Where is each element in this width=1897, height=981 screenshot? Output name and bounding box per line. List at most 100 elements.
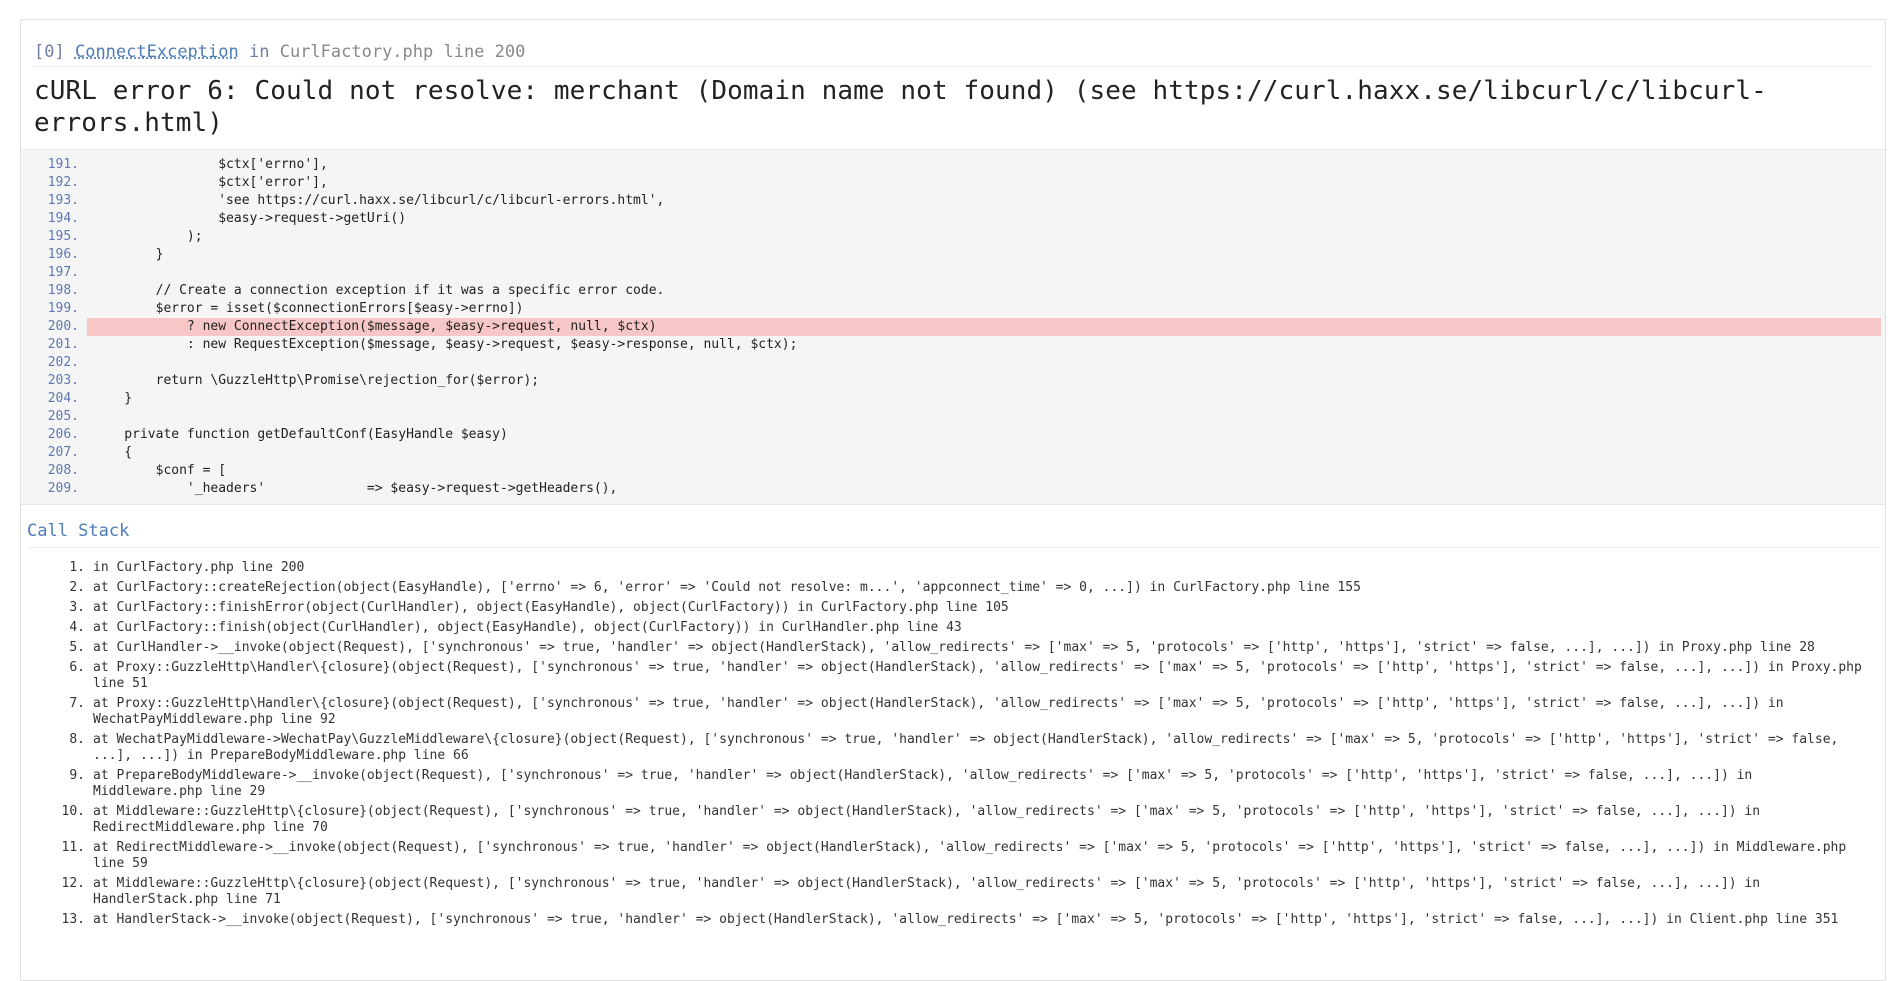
code-line: 206. private function getDefaultConf(Eas… xyxy=(21,426,1881,444)
code-line: 209. '_headers' => $easy->request->getHe… xyxy=(21,480,1881,498)
code-line: 201. : new RequestException($message, $e… xyxy=(21,336,1881,354)
code-line: 204. } xyxy=(21,390,1881,408)
exception-class-link[interactable]: ConnectException xyxy=(75,42,239,62)
call-stack-text: in CurlFactory.php line 200 xyxy=(93,560,305,575)
call-stack-number: 13. xyxy=(61,912,85,927)
code-line: 197. xyxy=(21,264,1881,282)
exception-in-label: in xyxy=(248,42,270,62)
call-stack-item: 11. at RedirectMiddleware->__invoke(objec… xyxy=(21,840,1885,872)
exception-file: CurlFactory.php line 200 xyxy=(279,42,526,62)
call-stack-title: Call Stack xyxy=(27,521,1879,548)
call-stack-item: 8. at WechatPayMiddleware->WechatPay\Guzz… xyxy=(21,732,1885,764)
line-number: 205. xyxy=(47,409,79,424)
line-number: 209. xyxy=(47,481,79,496)
call-stack-item: 10. at Middleware::GuzzleHttp\{closure}(o… xyxy=(21,804,1885,836)
code-line: 194. $easy->request->getUri() xyxy=(21,210,1881,228)
line-number: 201. xyxy=(47,337,79,352)
line-source: $ctx['errno'], xyxy=(93,157,328,172)
call-stack-number: 9. xyxy=(69,768,85,783)
call-stack-item: 12. at Middleware::GuzzleHttp\{closure}(o… xyxy=(21,876,1885,908)
code-line: 203. return \GuzzleHttp\Promise\rejectio… xyxy=(21,372,1881,390)
call-stack-number: 1. xyxy=(69,560,85,575)
line-number: 207. xyxy=(47,445,79,460)
line-source: $conf = [ xyxy=(93,463,227,478)
source-code-block: 191. $ctx['errno'], 192. $ctx['error'], 19… xyxy=(21,149,1885,505)
line-source xyxy=(87,264,1881,282)
line-source: } xyxy=(93,247,164,262)
call-stack-number: 12. xyxy=(61,876,85,891)
code-line: 192. $ctx['error'], xyxy=(21,174,1881,192)
line-source: : new RequestException($message, $easy->… xyxy=(93,337,798,352)
line-source: // Create a connection exception if it w… xyxy=(93,283,665,298)
call-stack-number: 2. xyxy=(69,580,85,595)
line-number: 197. xyxy=(47,265,79,280)
code-line: 198. // Create a connection exception if… xyxy=(21,282,1881,300)
line-number: 198. xyxy=(47,283,79,298)
call-stack-item: 3. at CurlFactory::finishError(object(Cur… xyxy=(21,600,1885,616)
line-number: 193. xyxy=(47,193,79,208)
call-stack-text: at Middleware::GuzzleHttp\{closure}(obje… xyxy=(93,804,1761,835)
code-line: 193. 'see https://curl.haxx.se/libcurl/c… xyxy=(21,192,1881,210)
line-source: 'see https://curl.haxx.se/libcurl/c/libc… xyxy=(93,193,665,208)
line-number: 194. xyxy=(47,211,79,226)
line-source: $ctx['error'], xyxy=(93,175,328,190)
call-stack-item: 9. at PrepareBodyMiddleware->__invoke(obj… xyxy=(21,768,1885,800)
line-number: 202. xyxy=(47,355,79,370)
code-line: 202. xyxy=(21,354,1881,372)
call-stack-item: 4. at CurlFactory::finish(object(CurlHand… xyxy=(21,620,1885,636)
call-stack-number: 10. xyxy=(61,804,85,819)
call-stack-text: at Proxy::GuzzleHttp\Handler\{closure}(o… xyxy=(93,660,1862,691)
call-stack-number: 6. xyxy=(69,660,85,675)
line-number: 192. xyxy=(47,175,79,190)
line-source: '_headers' => $easy->request->getHeaders… xyxy=(93,481,618,496)
call-stack-number: 7. xyxy=(69,696,85,711)
line-source: { xyxy=(93,445,133,460)
code-line: 199. $error = isset($connectionErrors[$e… xyxy=(21,300,1881,318)
call-stack-text: at PrepareBodyMiddleware->__invoke(objec… xyxy=(93,768,1753,799)
line-source xyxy=(87,408,1881,426)
line-source: } xyxy=(93,391,133,406)
line-number: 208. xyxy=(47,463,79,478)
call-stack-item: 2. at CurlFactory::createRejection(object… xyxy=(21,580,1885,596)
call-stack-text: at CurlFactory::createRejection(object(E… xyxy=(93,580,1361,595)
line-number: 206. xyxy=(47,427,79,442)
line-number: 196. xyxy=(47,247,79,262)
code-line-highlighted: 200. ? new ConnectException($message, $e… xyxy=(21,318,1881,336)
exception-message: cURL error 6: Could not resolve: merchan… xyxy=(34,76,1767,138)
call-stack-item: 1. in CurlFactory.php line 200 xyxy=(21,560,1885,576)
line-number: 204. xyxy=(47,391,79,406)
call-stack-item: 13. at HandlerStack->__invoke(object(Requ… xyxy=(21,912,1885,928)
exception-index: [0] xyxy=(34,42,65,62)
line-number: 191. xyxy=(47,157,79,172)
call-stack-number: 8. xyxy=(69,732,85,747)
call-stack-number: 5. xyxy=(69,640,85,655)
code-line: 196. } xyxy=(21,246,1881,264)
code-line: 195. ); xyxy=(21,228,1881,246)
code-line: 205. xyxy=(21,408,1881,426)
call-stack-item: 6. at Proxy::GuzzleHttp\Handler\{closure}… xyxy=(21,660,1885,692)
line-number: 195. xyxy=(47,229,79,244)
call-stack-text: at CurlFactory::finishError(object(CurlH… xyxy=(93,600,1009,615)
line-source: private function getDefaultConf(EasyHand… xyxy=(93,427,508,442)
line-number: 199. xyxy=(47,301,79,316)
call-stack-number: 3. xyxy=(69,600,85,615)
code-line: 207. { xyxy=(21,444,1881,462)
call-stack-text: at Middleware::GuzzleHttp\{closure}(obje… xyxy=(93,876,1761,907)
line-source: ); xyxy=(93,229,203,244)
call-stack-number: 4. xyxy=(69,620,85,635)
call-stack-text: at CurlFactory::finish(object(CurlHandle… xyxy=(93,620,962,635)
line-number: 203. xyxy=(47,373,79,388)
exception-header: [0] ConnectException in CurlFactory.php … xyxy=(21,20,1885,139)
line-source: ? new ConnectException($message, $easy->… xyxy=(87,318,1881,336)
call-stack-text: at HandlerStack->__invoke(object(Request… xyxy=(93,912,1839,927)
call-stack-text: at WechatPayMiddleware->WechatPay\Guzzle… xyxy=(93,732,1839,763)
exception-meta: [0] ConnectException in CurlFactory.php … xyxy=(34,42,1871,67)
call-stack-list: 1. in CurlFactory.php line 200 2. at CurlFa… xyxy=(21,560,1885,928)
call-stack-text: at RedirectMiddleware->__invoke(object(R… xyxy=(93,840,1847,871)
line-source: return \GuzzleHttp\Promise\rejection_for… xyxy=(93,373,540,388)
line-number: 200. xyxy=(47,319,79,334)
call-stack-text: at Proxy::GuzzleHttp\Handler\{closure}(o… xyxy=(93,696,1784,727)
code-line: 191. $ctx['errno'], xyxy=(21,156,1881,174)
call-stack-number: 11. xyxy=(61,840,85,855)
call-stack-item: 7. at Proxy::GuzzleHttp\Handler\{closure}… xyxy=(21,696,1885,728)
